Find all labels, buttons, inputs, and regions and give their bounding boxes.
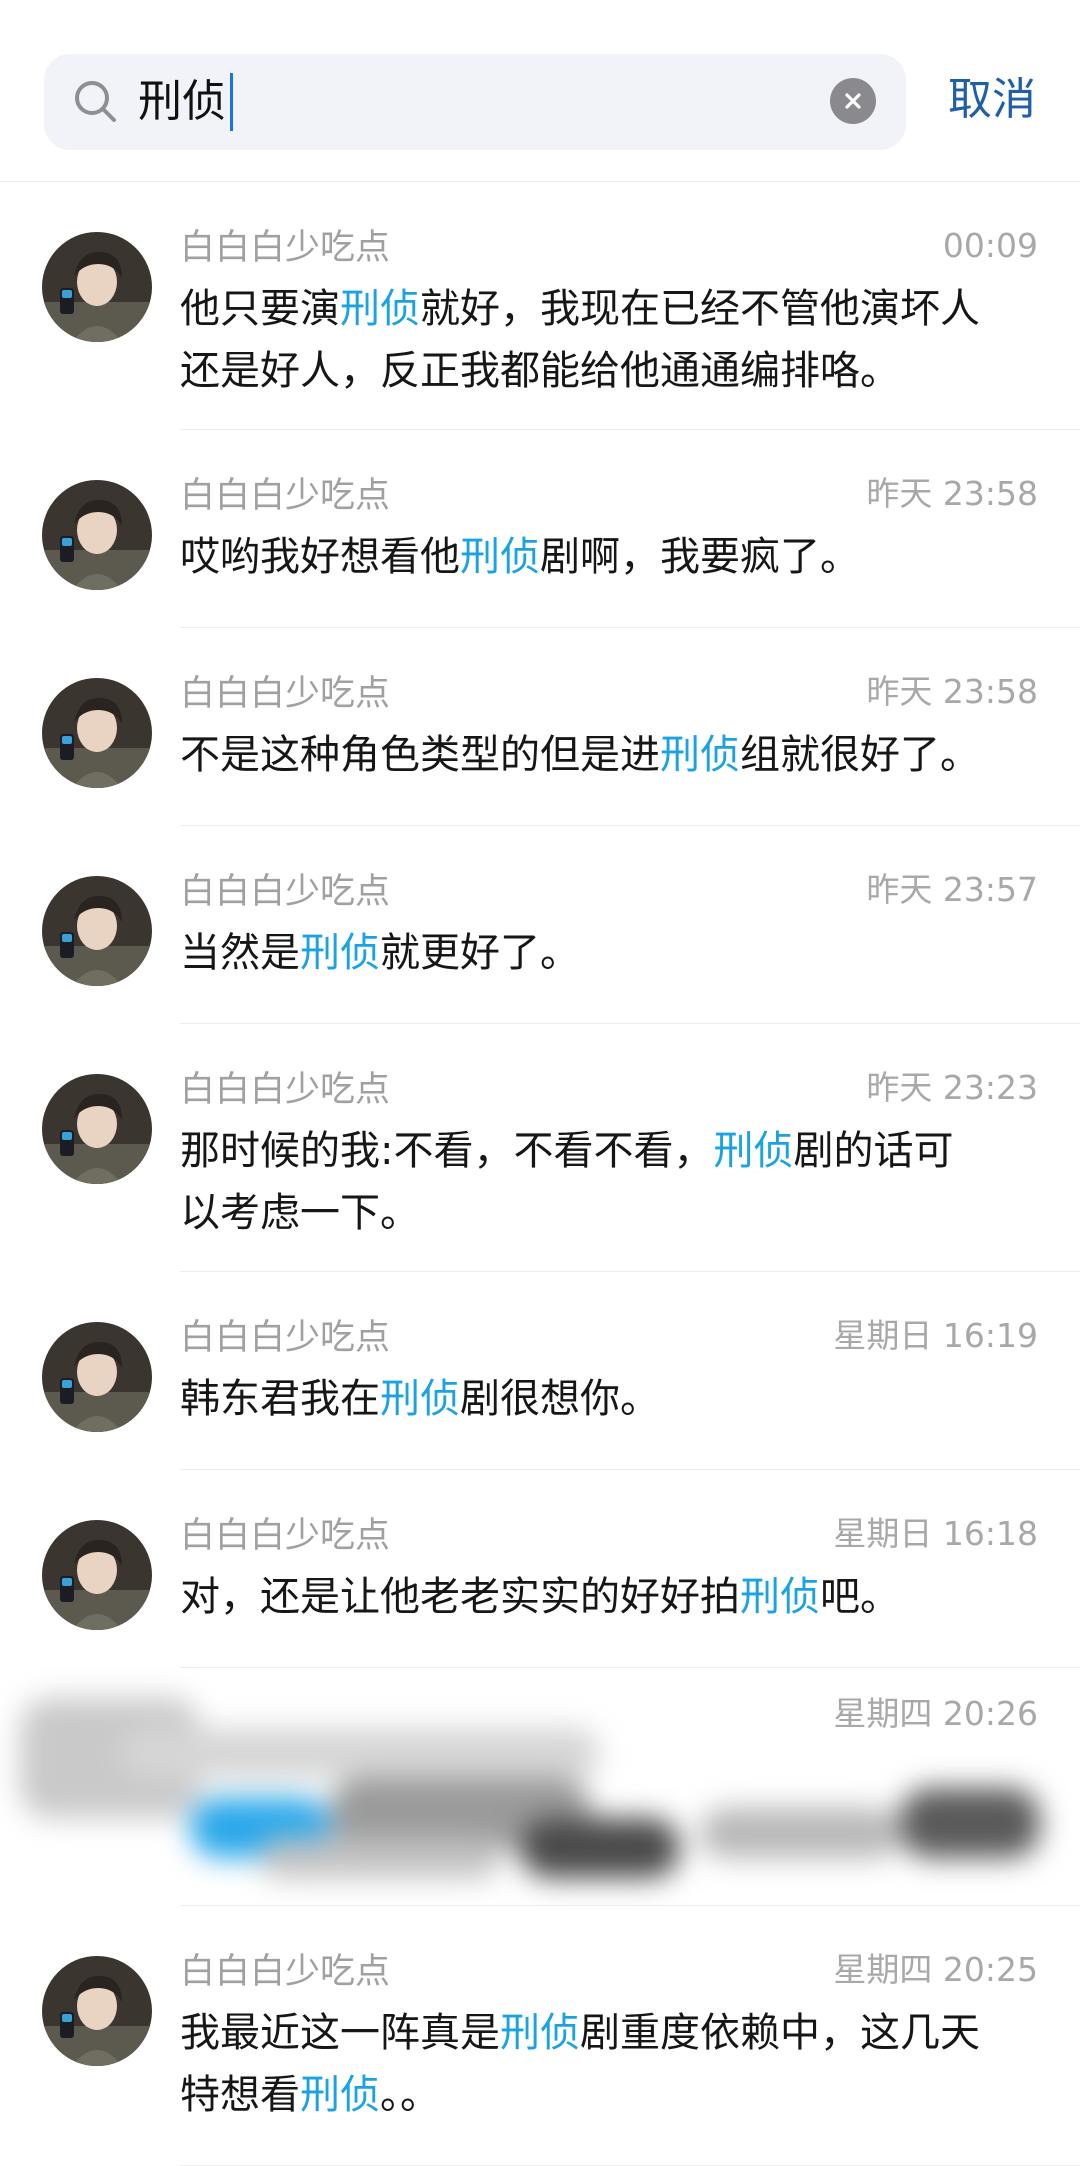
text-segment: 组就很好了。 bbox=[740, 732, 980, 778]
text-segment: 还是好人，反正我都能给他通通编排咯。 bbox=[180, 348, 900, 394]
text-segment: 吧。 bbox=[820, 1574, 900, 1620]
search-query: 刑侦 bbox=[138, 76, 226, 127]
avatar[interactable] bbox=[42, 876, 152, 986]
result-text-line: 哎哟我好想看他刑侦剧啊，我要疯了。 bbox=[180, 526, 1042, 588]
result-message: 韩东君我在刑侦剧很想你。 bbox=[180, 1368, 1042, 1430]
result-username: 白白白少吃点 bbox=[180, 674, 391, 714]
text-segment: 剧的话可 bbox=[793, 1128, 954, 1174]
text-segment: 就更好了。 bbox=[380, 930, 580, 976]
text-caret bbox=[230, 73, 233, 131]
result-message: 不是这种角色类型的但是进刑侦组就很好了。 bbox=[180, 724, 1042, 786]
result-text-line: 我最近这一阵真是刑侦剧重度依赖中，这几天 bbox=[180, 2002, 1042, 2064]
text-segment: 剧重度依赖中，这几天 bbox=[580, 2010, 980, 2056]
result-timestamp: 星期日 16:19 bbox=[833, 1316, 1038, 1355]
result-text-line: 还是好人，反正我都能给他通通编排咯。 bbox=[180, 340, 1042, 402]
keyword-highlight: 刑侦 bbox=[740, 1574, 820, 1620]
result-text-line: 当然是刑侦就更好了。 bbox=[180, 922, 1042, 984]
clear-icon[interactable] bbox=[830, 78, 876, 124]
result-item[interactable]: 白白白少吃点 星期四 20:25 我最近这一阵真是刑侦剧重度依赖中，这几天 特想看刑侦… bbox=[0, 1906, 1080, 2166]
text-segment: 剧啊，我要疯了。 bbox=[540, 534, 860, 580]
result-timestamp: 星期日 16:18 bbox=[833, 1514, 1038, 1553]
result-message: 那时候的我:不看，不看不看，刑侦剧的话可以考虑一下。 bbox=[180, 1120, 1042, 1244]
result-message: 对，还是让他老老实实的好好拍刑侦吧。 bbox=[180, 1566, 1042, 1628]
result-timestamp: 00:09 bbox=[942, 226, 1038, 265]
text-segment: 就好，我现在已经不管他演坏人 bbox=[420, 286, 980, 332]
avatar[interactable] bbox=[42, 1322, 152, 1432]
avatar[interactable] bbox=[42, 1956, 152, 2066]
result-timestamp: 昨天 23:58 bbox=[866, 474, 1038, 513]
result-item[interactable]: 白白白少吃点 00:09 他只要演刑侦就好，我现在已经不管他演坏人还是好人，反正我都… bbox=[0, 182, 1080, 430]
result-item[interactable]: 白白白少吃点 昨天 23:58 不是这种角色类型的但是进刑侦组就很好了。 bbox=[0, 628, 1080, 826]
text-segment: 对，还是让他老老实实的好好拍 bbox=[180, 1574, 740, 1620]
result-username: 白白白少吃点 bbox=[180, 1070, 391, 1110]
text-segment: 韩东君我在 bbox=[180, 1376, 380, 1422]
search-box[interactable]: 刑侦 bbox=[44, 54, 906, 150]
result-text-line: 那时候的我:不看，不看不看，刑侦剧的话可 bbox=[180, 1120, 1042, 1182]
result-timestamp: 星期四 20:26 bbox=[833, 1694, 1038, 1733]
result-item[interactable]: 白白白少吃点 昨天 23:57 当然是刑侦就更好了。 bbox=[0, 826, 1080, 1024]
text-segment: 那时候的我:不看，不看不看， bbox=[180, 1128, 714, 1174]
result-timestamp: 昨天 23:57 bbox=[866, 870, 1038, 909]
result-timestamp: 昨天 23:23 bbox=[866, 1068, 1038, 1107]
search-input[interactable]: 刑侦 bbox=[138, 70, 233, 134]
keyword-highlight: 刑侦 bbox=[713, 1128, 794, 1174]
text-segment: 以考虑一下。 bbox=[180, 1190, 420, 1236]
result-text-line: 特想看刑侦。。 bbox=[180, 2064, 1042, 2126]
keyword-highlight: 刑侦 bbox=[460, 534, 540, 580]
text-segment: 不是这种角色类型的但是进 bbox=[180, 732, 660, 778]
result-text-line: 韩东君我在刑侦剧很想你。 bbox=[180, 1368, 1042, 1430]
result-text-line: 他只要演刑侦就好，我现在已经不管他演坏人 bbox=[180, 278, 1042, 340]
result-username: 白白白少吃点 bbox=[180, 1952, 391, 1992]
avatar[interactable] bbox=[42, 1074, 152, 1184]
result-username: 白白白少吃点 bbox=[180, 228, 391, 268]
result-item[interactable]: 白白白少吃点 昨天 23:58 哎哟我好想看他刑侦剧啊，我要疯了。 bbox=[0, 430, 1080, 628]
result-username: 白白白少吃点 bbox=[180, 476, 391, 516]
keyword-highlight: 刑侦 bbox=[500, 2010, 580, 2056]
result-message: 当然是刑侦就更好了。 bbox=[180, 922, 1042, 984]
text-segment: 我最近这一阵真是 bbox=[180, 2010, 500, 2056]
avatar[interactable] bbox=[42, 480, 152, 590]
result-username: 白白白少吃点 bbox=[180, 872, 391, 912]
text-segment: 剧很想你。 bbox=[460, 1376, 660, 1422]
keyword-highlight: 刑侦 bbox=[300, 930, 380, 976]
avatar[interactable] bbox=[42, 232, 152, 342]
text-segment: 特想看 bbox=[180, 2072, 300, 2118]
keyword-highlight: 刑侦 bbox=[340, 286, 420, 332]
search-header: 刑侦 取消 bbox=[0, 0, 1080, 182]
keyword-highlight: 刑侦 bbox=[660, 732, 740, 778]
result-message: 我最近这一阵真是刑侦剧重度依赖中，这几天 特想看刑侦。。 bbox=[180, 2002, 1042, 2126]
avatar[interactable] bbox=[42, 1520, 152, 1630]
keyword-highlight: 刑侦 bbox=[300, 2072, 380, 2118]
result-item[interactable]: 白白白少吃点 星期日 16:18 对，还是让他老老实实的好好拍刑侦吧。 bbox=[0, 1470, 1080, 1668]
text-segment: 哎哟我好想看他 bbox=[180, 534, 460, 580]
result-timestamp: 昨天 23:58 bbox=[866, 672, 1038, 711]
keyword-highlight: 刑侦 bbox=[380, 1376, 460, 1422]
text-segment: 。。 bbox=[380, 2072, 440, 2118]
result-username: 白白白少吃点 bbox=[180, 1318, 391, 1358]
search-icon bbox=[75, 81, 116, 122]
blurred-result-item[interactable]: 星期四 20:26 bbox=[0, 1668, 1080, 1906]
cancel-button[interactable]: 取消 bbox=[948, 68, 1036, 132]
result-item[interactable]: 白白白少吃点 星期日 16:19 韩东君我在刑侦剧很想你。 bbox=[0, 1272, 1080, 1470]
text-segment: 他只要演 bbox=[180, 286, 340, 332]
text-segment: 当然是 bbox=[180, 930, 300, 976]
search-result-list: 白白白少吃点 00:09 他只要演刑侦就好，我现在已经不管他演坏人 还是好人，反正我都… bbox=[0, 182, 1080, 2166]
result-text-line: 以考虑一下。 bbox=[180, 1182, 1042, 1244]
result-text-line: 不是这种角色类型的但是进刑侦组就很好了。 bbox=[180, 724, 1042, 786]
result-item[interactable]: 白白白少吃点 昨天 23:23 那时候的我:不看，不看不看，刑侦剧的话可以考虑一下。 bbox=[0, 1024, 1080, 1272]
result-message: 哎哟我好想看他刑侦剧啊，我要疯了。 bbox=[180, 526, 1042, 588]
result-text-line: 对，还是让他老老实实的好好拍刑侦吧。 bbox=[180, 1566, 1042, 1628]
result-username: 白白白少吃点 bbox=[180, 1516, 391, 1556]
avatar[interactable] bbox=[42, 678, 152, 788]
result-message: 他只要演刑侦就好，我现在已经不管他演坏人还是好人，反正我都能给他通通编排咯。 bbox=[180, 278, 1042, 402]
result-timestamp: 星期四 20:25 bbox=[833, 1950, 1038, 1989]
